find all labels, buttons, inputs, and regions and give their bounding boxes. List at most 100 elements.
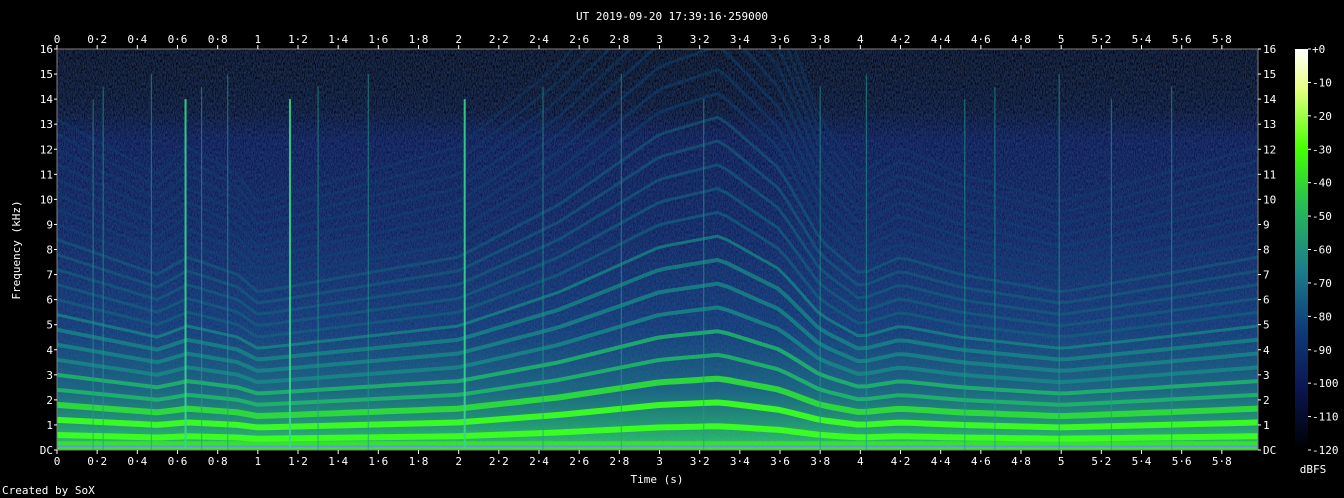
x-tick-label-top: 1·2 <box>288 33 308 46</box>
chart-title: UT 2019-09-20 17:39:16·259000 <box>576 10 768 23</box>
x-tick-label-bottom: 4·2 <box>891 455 911 468</box>
colorbar <box>1295 49 1308 450</box>
y-tick-label-left: 1 <box>46 419 53 432</box>
x-tick-label-top: 5 <box>1058 33 1065 46</box>
y-tick-label-left: 15 <box>40 68 53 81</box>
x-tick-label-bottom: 4·6 <box>971 455 991 468</box>
x-tick-label-bottom: 2·8 <box>609 455 629 468</box>
y-tick-label-right: 3 <box>1263 369 1270 382</box>
y-tick-label-right: 1 <box>1263 419 1270 432</box>
y-tick-label-right: 6 <box>1263 294 1270 307</box>
x-tick-label-top: 5·2 <box>1091 33 1111 46</box>
x-tick-label-top: 1·6 <box>368 33 388 46</box>
y-axis-label: Frequency (kHz) <box>10 200 23 299</box>
x-tick-label-bottom: 2 <box>455 455 462 468</box>
x-tick-label-bottom: 1 <box>255 455 262 468</box>
colorbar-tick-label: -50 <box>1312 210 1332 223</box>
y-tick-label-left: 7 <box>46 269 53 282</box>
x-tick-label-bottom: 0·8 <box>208 455 228 468</box>
y-tick-label-right: 7 <box>1263 269 1270 282</box>
x-tick-label-top: 3·6 <box>770 33 790 46</box>
x-tick-label-top: 1·4 <box>328 33 348 46</box>
x-tick-label-top: 0·6 <box>168 33 188 46</box>
y-tick-label-right: 5 <box>1263 319 1270 332</box>
y-tick-label-left: 8 <box>46 244 53 257</box>
y-tick-label-left: 14 <box>40 93 54 106</box>
x-tick-label-bottom: 0·4 <box>127 455 147 468</box>
spectrogram-chart: UT 2019-09-20 17:39:16·259000 0 0·2 0·4 0·6… <box>2 10 1339 497</box>
colorbar-label: dBFS <box>1300 463 1327 476</box>
y-tick-label-right: 11 <box>1263 168 1276 181</box>
y-tick-label-right: 10 <box>1263 193 1276 206</box>
colorbar-ticks: +0 -10 -20 -30 -40 -50 -60 -70 -80 -90 -100 -110 -12… <box>1308 43 1339 457</box>
x-tick-label-top: 2 <box>455 33 462 46</box>
y-tick-label-left: DC <box>40 444 53 457</box>
y-tick-label-left: 11 <box>40 168 53 181</box>
y-tick-label-right: 16 <box>1263 43 1276 56</box>
x-tick-label-bottom: 0 <box>54 455 61 468</box>
x-tick-label-top: 1 <box>255 33 262 46</box>
x-tick-label-bottom: 3·8 <box>810 455 830 468</box>
x-tick-label-top: 5·4 <box>1132 33 1152 46</box>
x-tick-label-top: 0 <box>54 33 61 46</box>
y-tick-label-left: 4 <box>46 344 53 357</box>
y-tick-label-left: 16 <box>40 43 53 56</box>
y-tick-label-left: 6 <box>46 294 53 307</box>
x-tick-label-top: 5·6 <box>1172 33 1192 46</box>
x-tick-label-bottom: 5·2 <box>1091 455 1111 468</box>
x-tick-label-top: 0·2 <box>87 33 107 46</box>
credit-text: Created by SoX <box>2 484 95 497</box>
x-ticks-bottom: 0 0·2 0·4 0·6 0·8 1 1·2 1·4 1·6 1·8 2 2·2 2·4 2·6 2·8 3… <box>54 450 1232 468</box>
x-tick-label-top: 1·8 <box>409 33 429 46</box>
x-tick-label-top: 4·6 <box>971 33 991 46</box>
spectrogram-plot-area <box>57 49 1258 450</box>
x-tick-label-bottom: 0·6 <box>168 455 188 468</box>
x-tick-label-top: 2·8 <box>609 33 629 46</box>
y-tick-label-right: 14 <box>1263 93 1277 106</box>
y-tick-label-right: 8 <box>1263 244 1270 257</box>
x-tick-label-bottom: 2·2 <box>489 455 509 468</box>
x-tick-label-bottom: 3·4 <box>730 455 750 468</box>
x-tick-label-bottom: 3·6 <box>770 455 790 468</box>
y-tick-label-right: 15 <box>1263 68 1276 81</box>
x-tick-label-top: 3·2 <box>690 33 710 46</box>
x-tick-label-top: 5·8 <box>1212 33 1232 46</box>
colorbar-tick-label: +0 <box>1312 43 1325 56</box>
x-tick-label-bottom: 5·6 <box>1172 455 1192 468</box>
y-tick-label-left: 5 <box>46 319 53 332</box>
x-tick-label-bottom: 0·2 <box>87 455 107 468</box>
x-tick-label-top: 4·8 <box>1011 33 1031 46</box>
colorbar-tick-label: -100 <box>1312 377 1339 390</box>
colorbar-tick-label: -80 <box>1312 310 1332 323</box>
colorbar-tick-label: -60 <box>1312 244 1332 257</box>
x-tick-label-bottom: 1·2 <box>288 455 308 468</box>
y-tick-label-left: 3 <box>46 369 53 382</box>
colorbar-tick-label: -70 <box>1312 277 1332 290</box>
x-ticks-top: 0 0·2 0·4 0·6 0·8 1 1·2 1·4 1·6 1·8 2 2·2 2·4 2·6 2·8 3… <box>54 33 1232 49</box>
x-tick-label-bottom: 1·8 <box>409 455 429 468</box>
x-axis-label: Time (s) <box>631 473 684 486</box>
colorbar-tick-label: -110 <box>1312 411 1339 424</box>
x-tick-label-bottom: 1·4 <box>328 455 348 468</box>
x-tick-label-bottom: 5 <box>1058 455 1065 468</box>
x-tick-label-bottom: 5·4 <box>1132 455 1152 468</box>
x-tick-label-bottom: 4·4 <box>931 455 951 468</box>
x-tick-label-top: 2·6 <box>569 33 589 46</box>
x-tick-label-bottom: 4 <box>857 455 864 468</box>
x-tick-label-top: 0·4 <box>127 33 147 46</box>
y-tick-label-right: 2 <box>1263 394 1270 407</box>
y-tick-label-left: 13 <box>40 118 53 131</box>
colorbar-tick-label: -30 <box>1312 143 1332 156</box>
x-tick-label-top: 3 <box>656 33 663 46</box>
x-tick-label-top: 4 <box>857 33 864 46</box>
y-tick-label-left: 2 <box>46 394 53 407</box>
y-tick-label-right: 12 <box>1263 143 1276 156</box>
x-tick-label-bottom: 3·2 <box>690 455 710 468</box>
colorbar-tick-label: -20 <box>1312 110 1332 123</box>
x-tick-label-top: 3·8 <box>810 33 830 46</box>
y-tick-label-left: 12 <box>40 143 53 156</box>
x-tick-label-top: 2·2 <box>489 33 509 46</box>
x-tick-label-bottom: 2·6 <box>569 455 589 468</box>
x-tick-label-top: 0·8 <box>208 33 228 46</box>
y-tick-label-right: 13 <box>1263 118 1276 131</box>
